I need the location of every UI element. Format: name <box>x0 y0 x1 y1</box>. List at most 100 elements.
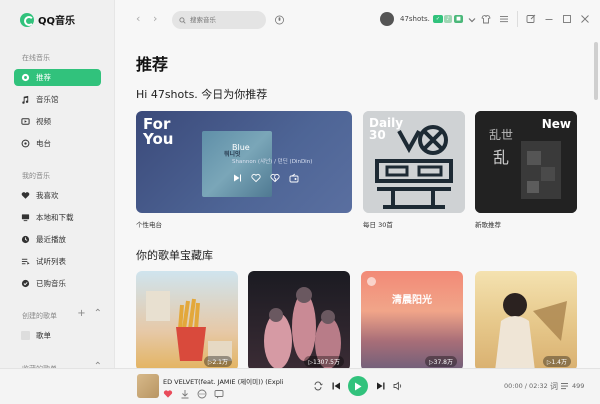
volume-icon[interactable] <box>393 381 403 391</box>
svg-text:乱: 乱 <box>493 148 509 167</box>
music-note-icon <box>21 95 30 104</box>
card-caption: 新歌推荐 <box>475 221 501 229</box>
sidebar-item-label: 视频 <box>36 117 51 126</box>
sidebar-item-trial-list[interactable]: 试听列表 <box>14 253 101 270</box>
username[interactable]: 47shots. <box>400 15 430 23</box>
comment-icon[interactable] <box>214 389 224 399</box>
playlist-card[interactable]: ▷1.4万 <box>475 271 577 368</box>
sidebar-item-recent[interactable]: 最近播放 <box>14 231 101 248</box>
search-input[interactable] <box>190 16 260 24</box>
playlist-card[interactable]: ▷2.1万 <box>136 271 238 368</box>
sidebar-item-label: 推荐 <box>36 73 51 82</box>
card-tag: Daily 30 <box>369 116 404 142</box>
dislike-icon[interactable] <box>270 173 280 183</box>
radio-icon <box>21 139 30 148</box>
sidebar-item-label: 试听列表 <box>36 257 66 266</box>
search-icon <box>179 16 186 24</box>
chevron-down-icon[interactable] <box>467 15 476 25</box>
sidebar-item-local[interactable]: 本地和下载 <box>14 209 101 226</box>
play-count: ▷2.1万 <box>203 356 232 367</box>
add-playlist-icon[interactable]: + <box>77 308 85 319</box>
back-arrow-icon[interactable]: ‹ <box>136 12 140 25</box>
heart-icon <box>21 191 30 200</box>
top-bar: ‹ › 47shots. ✓ ♪ ■ <box>116 0 600 40</box>
new-songs-card[interactable]: 乱世 乱 New <box>475 111 577 213</box>
card-caption: 每日 30首 <box>363 221 393 229</box>
sidebar-item-label: 电台 <box>36 139 51 148</box>
card-tag: New <box>541 117 571 131</box>
for-you-card[interactable]: For You 뭐니잇 Blue Shannon (샤넌) / 던딘 (DinD… <box>136 111 352 213</box>
playlist-cover-art <box>146 291 232 361</box>
more-icon[interactable] <box>197 389 207 399</box>
mini-mode-icon[interactable] <box>526 14 536 24</box>
level-badge[interactable]: ■ <box>454 15 463 23</box>
sidebar-item-created-playlist[interactable]: 歌单 <box>14 327 101 344</box>
section-title-library: 你的歌单宝藏库 <box>136 249 213 262</box>
playback-time: 00:00 / 02:32 <box>504 382 548 390</box>
song-artist: Shannon (샤넌) / 던딘 (DinDin) <box>232 159 313 165</box>
svg-text:词: 词 <box>550 382 558 391</box>
minimize-icon[interactable] <box>544 14 554 24</box>
like-icon[interactable] <box>251 173 261 183</box>
now-playing-cover[interactable] <box>137 374 159 398</box>
menu-icon[interactable] <box>499 14 509 24</box>
now-playing-title[interactable]: ED VELVET(feat. JAMIE (제이미)) (Explic <box>163 376 283 386</box>
vip-badge[interactable]: ♪ <box>444 15 452 23</box>
play-count: ▷1307.5万 <box>304 356 344 367</box>
sidebar-item-video[interactable]: 视频 <box>14 113 101 130</box>
sidebar-item-label: 本地和下载 <box>36 213 74 222</box>
like-icon[interactable] <box>163 389 173 399</box>
repeat-icon[interactable] <box>313 381 323 391</box>
sidebar-item-music-hall[interactable]: 音乐馆 <box>14 91 101 108</box>
clock-icon <box>21 235 30 244</box>
sidebar-item-liked[interactable]: 我喜欢 <box>14 187 101 204</box>
avatar[interactable] <box>380 12 394 26</box>
lyrics-icon[interactable]: 词 <box>550 381 560 391</box>
voice-search-icon[interactable] <box>275 14 284 26</box>
scrollbar[interactable] <box>594 42 598 100</box>
play-icon[interactable] <box>232 173 242 183</box>
radio-mode-icon[interactable] <box>289 173 299 183</box>
maximize-icon[interactable] <box>562 14 572 24</box>
download-icon[interactable] <box>180 389 190 399</box>
section-title-online: 在线音乐 <box>22 54 50 62</box>
daily-30-card[interactable]: Daily 30 <box>363 111 465 213</box>
playlist-count[interactable]: 499 <box>572 382 584 390</box>
sidebar-item-radio[interactable]: 电台 <box>14 135 101 152</box>
next-icon[interactable] <box>376 381 386 391</box>
play-button[interactable] <box>348 376 368 396</box>
svg-text:乱世: 乱世 <box>489 128 513 142</box>
card-caption: 个性电台 <box>136 221 162 229</box>
main-content: 推荐 Hi 47shots. 今日为你推荐 For You 뭐니잇 Blue S… <box>116 40 592 368</box>
playlist-card[interactable]: 清晨阳光 ▷37.8万 <box>361 271 463 368</box>
collapse-chevron-icon[interactable]: ⌃ <box>94 308 102 319</box>
section-title-created: 创建的歌单 <box>22 312 57 320</box>
song-title: Blue <box>232 143 250 152</box>
qq-music-logo-icon <box>20 12 34 27</box>
sidebar-item-purchased[interactable]: 已购音乐 <box>14 275 101 292</box>
page-title: 推荐 <box>136 55 169 74</box>
sidebar-item-label: 歌单 <box>36 331 51 340</box>
section-title-mine: 我的音乐 <box>22 172 50 180</box>
player-bar: ED VELVET(feat. JAMIE (제이미)) (Explic 00:… <box>0 368 600 404</box>
video-icon <box>21 117 30 126</box>
play-count: ▷37.8万 <box>425 356 457 367</box>
playlist-card[interactable]: ▷1307.5万 <box>248 271 350 368</box>
sidebar-item-label: 已购音乐 <box>36 279 66 288</box>
previous-icon[interactable] <box>331 381 341 391</box>
green-vip-badge[interactable]: ✓ <box>433 15 443 23</box>
playlist-icon <box>21 257 30 266</box>
sidebar-item-label: 音乐馆 <box>36 95 59 104</box>
forward-arrow-icon[interactable]: › <box>153 12 157 25</box>
search-box[interactable] <box>172 11 266 29</box>
card-tag: For You <box>143 115 174 148</box>
sidebar: QQ音乐 在线音乐 推荐 音乐馆 视频 电台 我的音乐 我喜欢 本地和下载 最近… <box>0 0 115 373</box>
playlist-queue-icon[interactable] <box>560 381 570 391</box>
cover-logo-icon <box>367 277 376 286</box>
playlist-cover-art <box>495 293 567 368</box>
app-logo[interactable]: QQ音乐 <box>20 12 75 27</box>
sidebar-item-recommend[interactable]: 推荐 <box>14 69 101 86</box>
cover-text: 清晨阳光 <box>392 295 432 306</box>
skin-icon[interactable] <box>481 14 491 24</box>
close-icon[interactable] <box>580 14 590 24</box>
